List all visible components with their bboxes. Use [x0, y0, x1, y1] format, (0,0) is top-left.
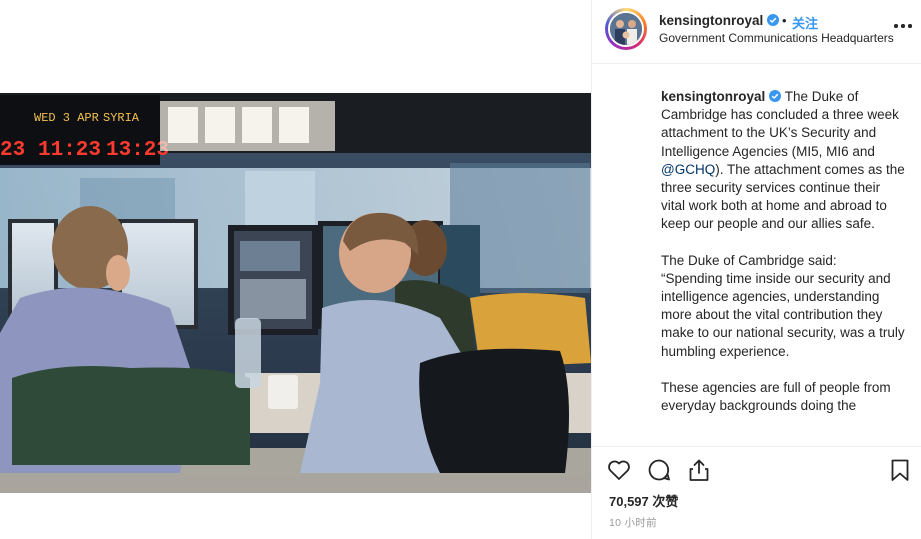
header-username[interactable]: kensingtonroyal — [659, 13, 780, 28]
header-username-text[interactable]: kensingtonroyal — [659, 13, 763, 28]
caption-paragraph-3: These agencies are full of people from e… — [661, 379, 891, 414]
location-link[interactable]: Government Communications Headquarters — [659, 31, 894, 45]
comment-icon[interactable] — [646, 457, 672, 483]
photo-illustration: WED 3 APR SYRIA 23 11:23 13:23 — [0, 93, 591, 493]
board-date-text: WED 3 APR — [34, 111, 99, 125]
post-panel: kensingtonroyal • 关注 Government Communic… — [591, 0, 921, 539]
more-options-icon[interactable] — [892, 18, 914, 32]
caption-username[interactable]: kensingtonroyal — [661, 89, 765, 104]
verified-badge-icon — [767, 14, 780, 26]
like-count[interactable]: 70,597 次赞 — [609, 491, 678, 510]
media-area: WED 3 APR SYRIA 23 11:23 13:23 — [0, 0, 591, 539]
clock-right: 13:23 — [106, 139, 169, 162]
story-ring[interactable] — [605, 8, 647, 50]
heart-icon[interactable] — [606, 457, 632, 483]
clock-mid: 11:23 — [38, 139, 101, 162]
follow-separator: • — [782, 13, 787, 28]
share-icon[interactable] — [686, 457, 712, 483]
clock-left: 23 — [0, 139, 25, 162]
board-city-text: SYRIA — [103, 111, 140, 125]
mention-gchq[interactable]: @GCHQ — [661, 162, 715, 177]
action-bar: 70,597 次赞 10 小时前 — [592, 446, 921, 539]
follow-button[interactable]: 关注 — [792, 13, 818, 32]
post-timestamp[interactable]: 10 小时前 — [609, 515, 657, 530]
post-photo[interactable]: WED 3 APR SYRIA 23 11:23 13:23 — [0, 93, 591, 493]
bookmark-icon[interactable] — [887, 457, 913, 483]
caption-paragraph-2: The Duke of Cambridge said: “Spending ti… — [661, 252, 905, 359]
caption-verified-badge-icon — [769, 90, 782, 102]
caption-paragraph-1: kensingtonroyal The Duke of Cambridge ha… — [661, 88, 906, 234]
avatar[interactable] — [608, 11, 644, 47]
post-caption: kensingtonroyal The Duke of Cambridge ha… — [661, 88, 906, 446]
avatar-image — [610, 13, 642, 45]
post-header: kensingtonroyal • 关注 Government Communic… — [592, 0, 921, 64]
